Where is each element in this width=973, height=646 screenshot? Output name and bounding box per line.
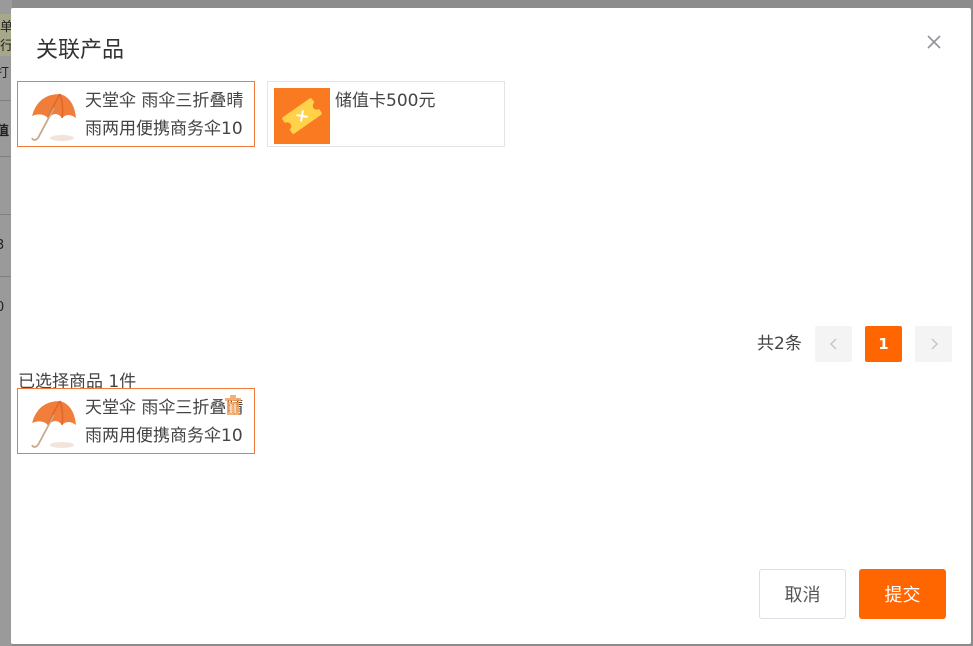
close-icon[interactable] (925, 33, 943, 51)
trash-icon[interactable] (223, 394, 243, 416)
background-fragment: 3 (0, 238, 5, 253)
background-fragment: 0 (0, 300, 5, 315)
next-page-button[interactable] (915, 326, 952, 362)
product-card-stored-value[interactable]: 储值卡500元 (267, 81, 505, 147)
product-name: 天堂伞 雨伞三折叠晴雨两用便携商务伞10 (85, 91, 244, 139)
umbrella-image (24, 88, 80, 144)
chevron-left-icon (829, 338, 836, 350)
background-fragment: 打 (0, 66, 10, 81)
prev-page-button[interactable] (815, 326, 852, 362)
page-number-button[interactable]: 1 (865, 326, 902, 362)
stored-value-card-image (274, 88, 330, 144)
cancel-button[interactable]: 取消 (759, 569, 846, 619)
product-card-umbrella[interactable]: 天堂伞 雨伞三折叠晴雨两用便携商务伞10 (17, 81, 255, 147)
product-name: 储值卡500元 (335, 91, 436, 111)
background-fragment: 值 (0, 124, 10, 139)
pagination-total: 共2条 (757, 334, 802, 354)
link-product-dialog: 关联产品 天堂伞 雨伞三折叠晴雨两用便携商务伞10 储值卡500元 共2条 1 … (11, 8, 971, 644)
umbrella-image (24, 395, 80, 451)
dialog-title: 关联产品 (36, 38, 125, 63)
submit-button[interactable]: 提交 (859, 569, 946, 619)
selected-product-card: 天堂伞 雨伞三折叠晴雨两用便携商务伞10 (17, 388, 255, 454)
chevron-right-icon (931, 338, 938, 350)
